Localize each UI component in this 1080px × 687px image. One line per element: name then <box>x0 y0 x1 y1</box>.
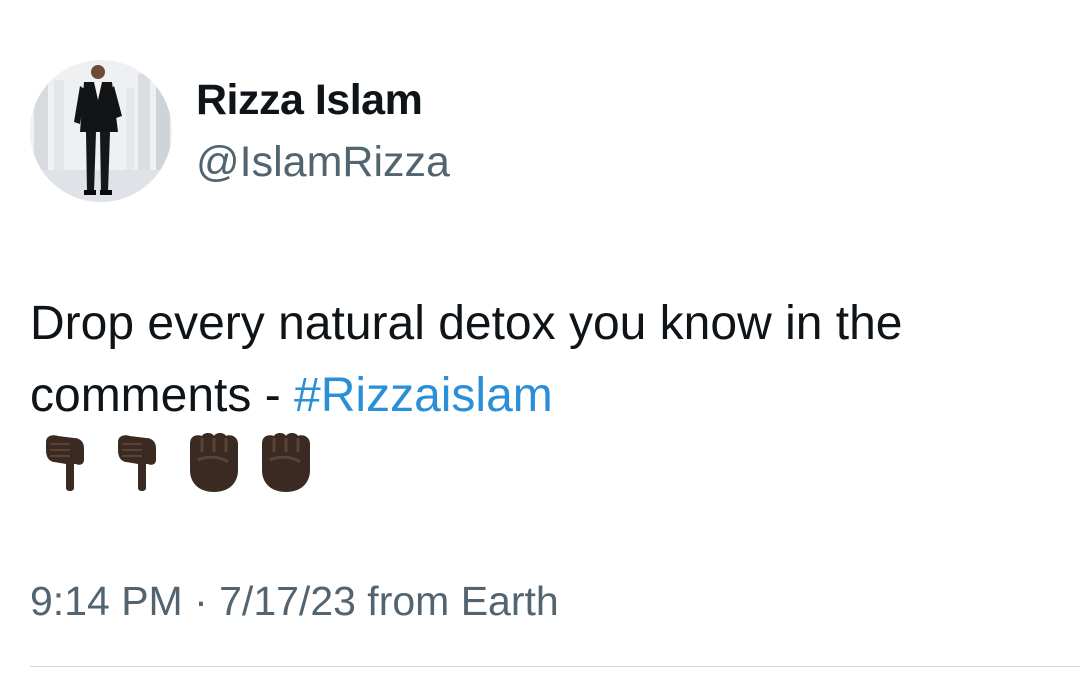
tweet-text: Drop every natural detox you know in the… <box>30 288 1050 432</box>
author-handle[interactable]: @IslamRizza <box>196 138 450 187</box>
pointing-down-emoji-icon <box>118 435 156 491</box>
emoji-row <box>40 428 316 496</box>
divider <box>30 666 1080 667</box>
hashtag-link[interactable]: #Rizzaislam <box>294 369 553 422</box>
tweet-card: Rizza Islam @IslamRizza Drop every natur… <box>0 0 1080 687</box>
author-display-name[interactable]: Rizza Islam <box>196 76 423 125</box>
raised-fist-emoji-icon <box>262 433 310 492</box>
pointing-down-emoji-icon <box>46 435 84 491</box>
author-avatar[interactable] <box>30 60 172 202</box>
avatar-photo-icon <box>30 60 172 202</box>
tweet-timestamp[interactable]: 9:14 PM · 7/17/23 from Earth <box>30 578 559 625</box>
raised-fist-emoji-icon <box>190 433 238 492</box>
